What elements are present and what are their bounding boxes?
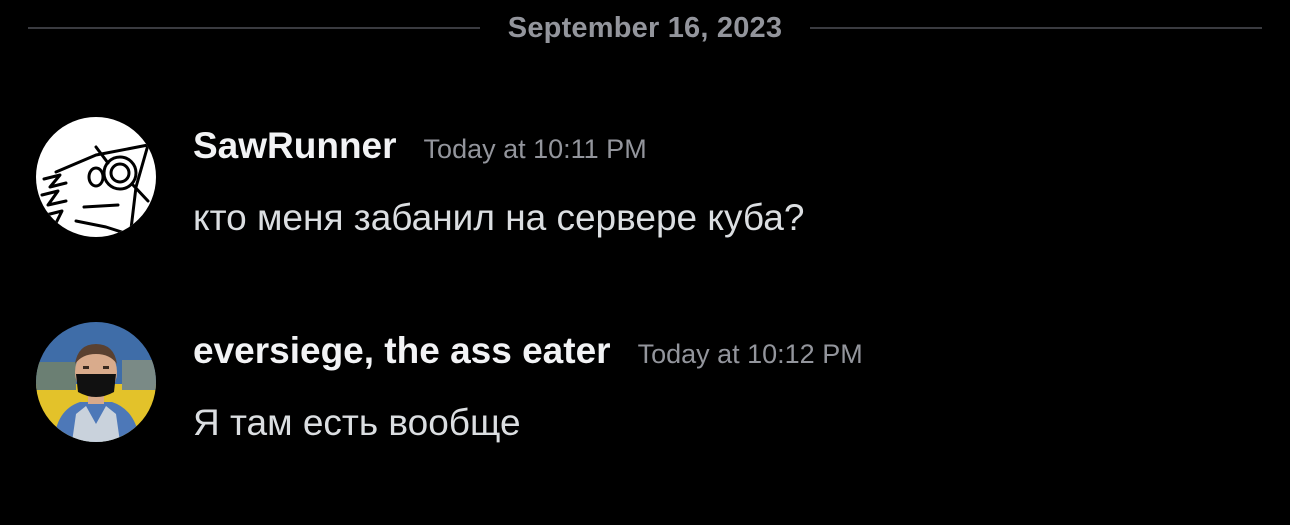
username[interactable]: SawRunner xyxy=(193,125,397,167)
divider-line-left xyxy=(28,27,480,29)
message-item[interactable]: eversiege, the ass eater Today at 10:12 … xyxy=(0,320,1290,450)
message-header: eversiege, the ass eater Today at 10:12 … xyxy=(193,330,863,372)
date-divider-label: September 16, 2023 xyxy=(507,11,783,44)
photo-avatar-icon xyxy=(36,322,156,442)
message-content: кто меня забанил на сервере куба? xyxy=(193,197,805,238)
message-header: SawRunner Today at 10:11 PM xyxy=(193,125,647,167)
avatar[interactable] xyxy=(36,117,156,237)
timestamp: Today at 10:12 PM xyxy=(637,339,863,369)
date-divider: September 16, 2023 xyxy=(28,8,1262,48)
sketch-magnifier-face-icon xyxy=(36,117,156,237)
avatar[interactable] xyxy=(36,322,156,442)
message-content: Я там есть вообще xyxy=(193,402,521,443)
timestamp: Today at 10:11 PM xyxy=(423,134,647,164)
divider-line-right xyxy=(810,27,1262,29)
username[interactable]: eversiege, the ass eater xyxy=(193,330,611,372)
message-item[interactable]: SawRunner Today at 10:11 PM кто меня заб… xyxy=(0,115,1290,245)
